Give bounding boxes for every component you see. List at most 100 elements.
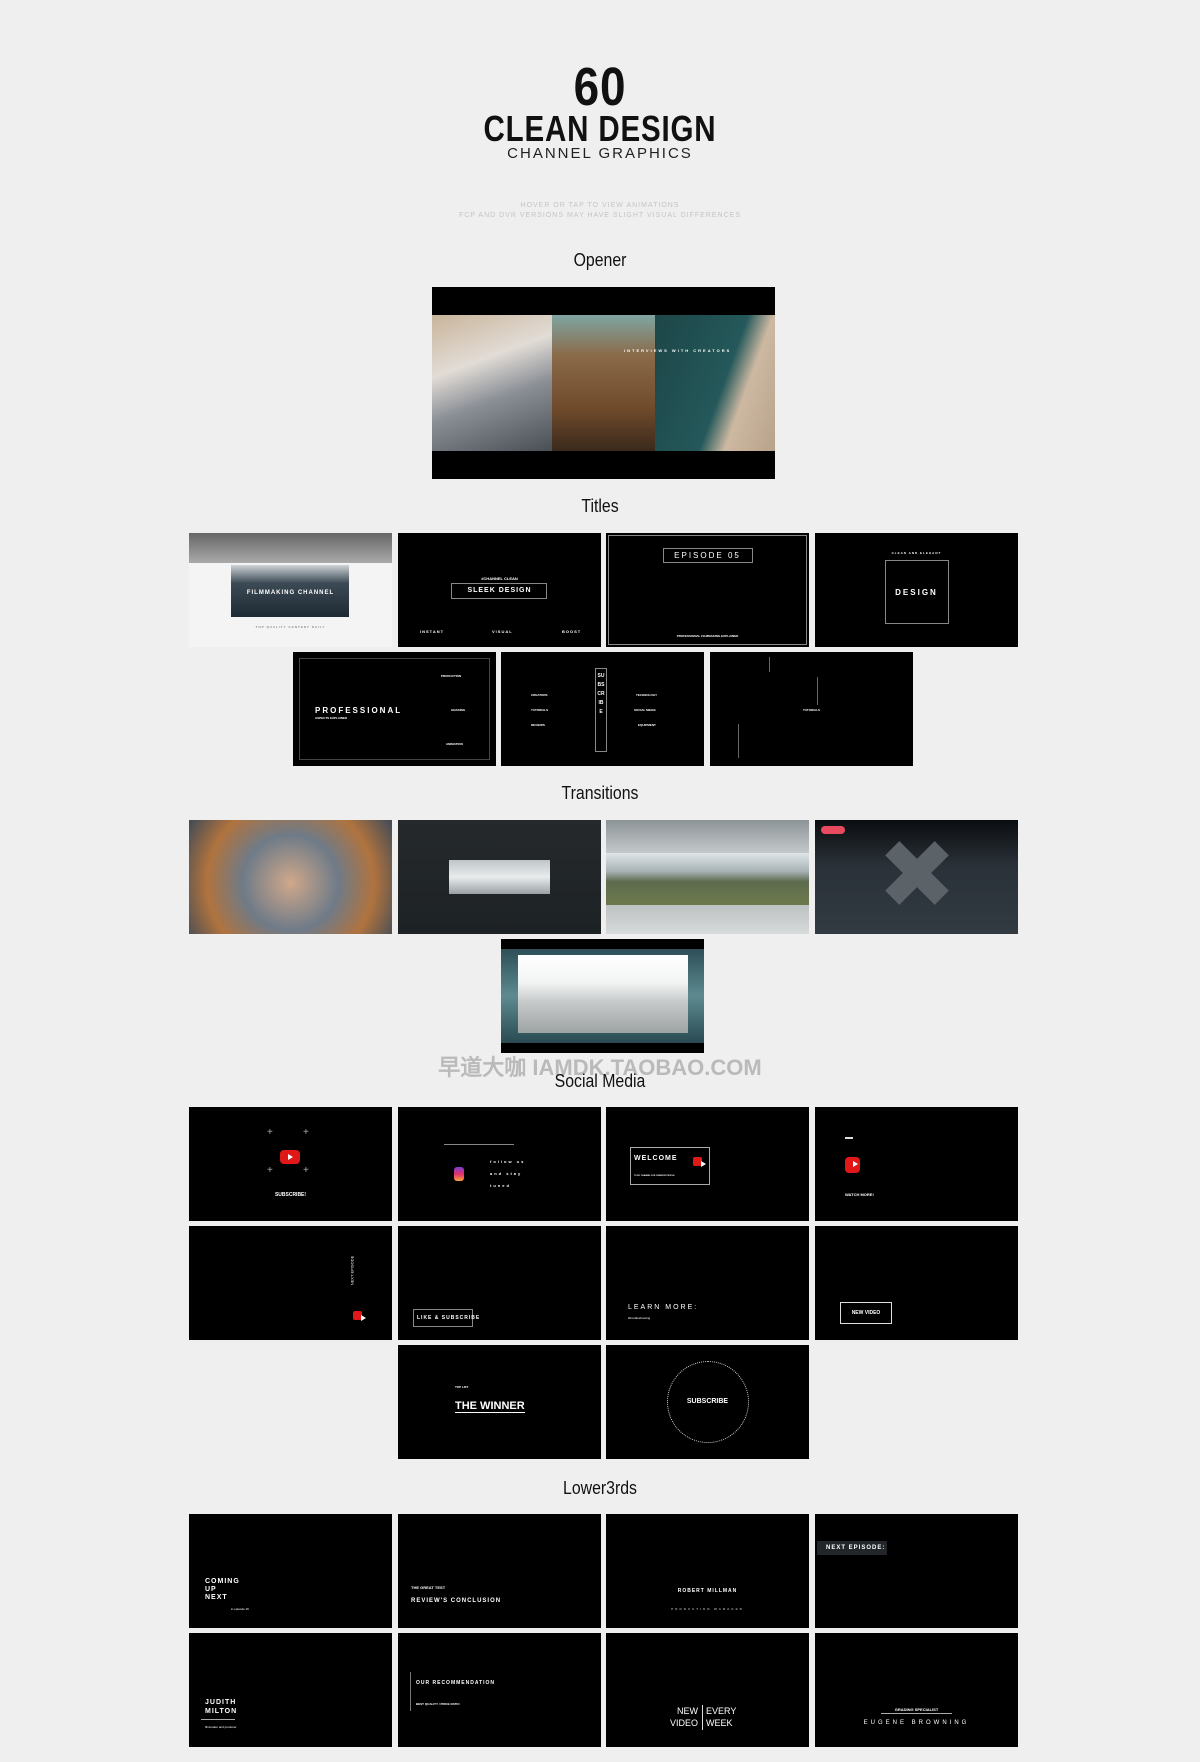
- side-text: TECHNOLOGY: [636, 693, 658, 697]
- section-opener-label: Opener: [573, 250, 627, 270]
- transition-clouds[interactable]: [501, 939, 704, 1053]
- title-text: TUTORIALS: [802, 708, 821, 712]
- word-text: EVERY: [706, 1706, 737, 1716]
- subtitle-text: PROFESSIONAL FILMMAKING EXPLAINED: [676, 634, 739, 638]
- title-text: FILMMAKING CHANNEL: [246, 590, 335, 596]
- section-transitions-label: Transitions: [561, 783, 639, 803]
- name-line: MILTON: [205, 1708, 238, 1715]
- new-video-text: NEW VIDEO: [851, 1310, 881, 1316]
- title-card-tutorials[interactable]: TUTORIALS: [710, 652, 913, 766]
- word-text: VISUAL: [492, 629, 513, 634]
- transition-strip[interactable]: [606, 820, 809, 934]
- transition-slice[interactable]: [398, 820, 601, 934]
- opener-panel-ridge: [552, 315, 655, 451]
- social-card-new-video[interactable]: NEW VIDEO: [815, 1226, 1018, 1340]
- learn-more-text: LEARN MORE:: [628, 1304, 699, 1311]
- top-text: #CHANNEL CLEAN: [481, 576, 518, 581]
- lower-card-robert-millman[interactable]: ROBERT MILLMAN PRODUCTION MANAGER: [606, 1514, 809, 1628]
- follow-text: and stay: [490, 1171, 523, 1176]
- side-text: ANIMATION: [446, 742, 463, 746]
- social-card-welcome[interactable]: WELCOME TO MY CHANNEL FOR CREATIVE PEOPL…: [606, 1107, 809, 1221]
- title-card-design[interactable]: CLEAN AND ELEGANT DESIGN: [815, 533, 1018, 647]
- subscribe-text: SUBSCRIBE!: [274, 1192, 307, 1198]
- social-card-the-winner[interactable]: TOP LIST THE WINNER: [398, 1345, 601, 1459]
- name-text: EUGENE BROWNING: [863, 1720, 970, 1726]
- word-text: INSTANT: [420, 629, 445, 634]
- title-card-sleek-design[interactable]: #CHANNEL CLEAN SLEEK DESIGN INSTANT VISU…: [398, 533, 601, 647]
- sub-text: BEST QUALITY / PRICE RATIO: [416, 1702, 460, 1706]
- transition-zoom-blur[interactable]: [189, 820, 392, 934]
- top-list-text: TOP LIST: [455, 1385, 469, 1389]
- title-card-episode[interactable]: EPISODE 05 PROFESSIONAL FILMMAKING EXPLA…: [606, 533, 809, 647]
- lower-card-judith-milton[interactable]: JUDITH MILTON filmmaker and producer: [189, 1633, 392, 1747]
- page-title: CLEAN DESIGN: [483, 108, 717, 149]
- note-versions: FCP AND DVR VERSIONS MAY HAVE SLIGHT VIS…: [458, 212, 742, 219]
- transition-x-shape[interactable]: [815, 820, 1018, 934]
- heading-line: UP: [205, 1586, 217, 1593]
- youtube-icon: [280, 1150, 300, 1164]
- subtitle-text: ASPECTS EXPLAINED: [315, 716, 348, 720]
- like-subscribe-text: LIKE & SUBSCRIBE: [417, 1315, 481, 1321]
- lower-card-review[interactable]: THE GREAT TEST REVIEW'S CONCLUSION: [398, 1514, 601, 1628]
- sub-text: in episode 16: [231, 1607, 249, 1611]
- subtitle-text: TOP QUALITY CONTENT DAILY: [255, 625, 326, 629]
- next-episode-text: NEXT EPISODE: [349, 1255, 355, 1286]
- role-text: filmmaker and producer: [205, 1725, 237, 1729]
- top-text: THE GREAT TEST: [411, 1585, 446, 1590]
- lower-card-recommendation[interactable]: OUR RECOMMENDATION BEST QUALITY / PRICE …: [398, 1633, 601, 1747]
- hashtag-text: #troubleshooting: [628, 1316, 651, 1320]
- side-text: TUTORIALS: [531, 708, 549, 712]
- lower-card-new-video-every-week[interactable]: NEW VIDEO EVERY WEEK: [606, 1633, 809, 1747]
- word-text: BOOST: [562, 629, 582, 634]
- youtube-icon: [693, 1157, 706, 1167]
- title-card-subscribe[interactable]: CREATORS TUTORIALS REVIEWS SUBSCRIBE TEC…: [501, 652, 704, 766]
- section-lower-thirds-label: Lower3rds: [563, 1478, 637, 1498]
- preview-badge: [821, 826, 845, 834]
- youtube-icon: [353, 1311, 366, 1321]
- opener-preview[interactable]: INTERVIEWS WITH CREATORS: [432, 287, 775, 479]
- title-text: EPISODE 05: [674, 551, 741, 560]
- social-card-learn-more[interactable]: LEARN MORE: #troubleshooting: [606, 1226, 809, 1340]
- follow-text: follow us: [490, 1159, 526, 1164]
- welcome-sub: TO MY CHANNEL FOR CREATIVE PEOPLE: [634, 1175, 675, 1177]
- subscribe-text: SUBSCRIBE: [686, 1398, 729, 1405]
- note-hover: HOVER OR TAP TO VIEW ANIMATIONS: [520, 202, 680, 209]
- role-text: PRODUCTION MANAGER: [671, 1607, 744, 1611]
- youtube-icon: [845, 1157, 860, 1173]
- opener-panel-village: [432, 315, 552, 451]
- section-titles-label: Titles: [581, 496, 619, 516]
- social-card-next-episode[interactable]: NEXT EPISODE: [189, 1226, 392, 1340]
- title-card-professional[interactable]: PROFESSIONAL ASPECTS EXPLAINED PRODUCTIO…: [293, 652, 496, 766]
- page-subtitle: CHANNEL GRAPHICS: [507, 145, 693, 162]
- social-card-watch-more[interactable]: WATCH MORE!: [815, 1107, 1018, 1221]
- top-text: CLEAN AND ELEGANT: [891, 551, 942, 555]
- heading-line: COMING: [205, 1578, 240, 1585]
- social-card-like-subscribe[interactable]: LIKE & SUBSCRIBE: [398, 1226, 601, 1340]
- heading-text: OUR RECOMMENDATION: [416, 1680, 496, 1686]
- lower-card-eugene-browning[interactable]: GRADING SPECIALIST EUGENE BROWNING: [815, 1633, 1018, 1747]
- heading-line: NEXT: [205, 1594, 228, 1601]
- side-text: PRODUCTION: [441, 674, 462, 678]
- side-text: GRADING: [451, 708, 466, 712]
- title-text: DESIGN: [895, 588, 938, 597]
- winner-text: THE WINNER: [455, 1400, 525, 1413]
- title-text: PROFESSIONAL: [315, 706, 403, 715]
- word-text: NEW: [677, 1706, 698, 1716]
- heading-text: REVIEW'S CONCLUSION: [411, 1598, 502, 1604]
- lower-card-coming-up[interactable]: COMING UP NEXT in episode 16: [189, 1514, 392, 1628]
- follow-text: tuned: [490, 1183, 511, 1188]
- side-text: SOCIAL MEDIA: [634, 708, 656, 712]
- social-card-subscribe-circle[interactable]: SUBSCRIBE: [606, 1345, 809, 1459]
- title-text: SLEEK DESIGN: [467, 587, 532, 594]
- heading-text: NEXT EPISODE:: [826, 1545, 886, 1551]
- name-text: ROBERT MILLMAN: [677, 1588, 738, 1594]
- watch-more-text: WATCH MORE!: [845, 1192, 874, 1197]
- name-line: JUDITH: [205, 1699, 237, 1706]
- lower-card-next-episode[interactable]: NEXT EPISODE:: [815, 1514, 1018, 1628]
- side-text: CREATORS: [531, 693, 548, 697]
- social-card-subscribe[interactable]: + + + + SUBSCRIBE!: [189, 1107, 392, 1221]
- word-text: WEEK: [706, 1718, 733, 1728]
- instagram-icon: [454, 1167, 464, 1181]
- social-card-instagram[interactable]: follow us and stay tuned: [398, 1107, 601, 1221]
- title-card-filmmaking[interactable]: FILMMAKING CHANNEL TOP QUALITY CONTENT D…: [189, 533, 392, 647]
